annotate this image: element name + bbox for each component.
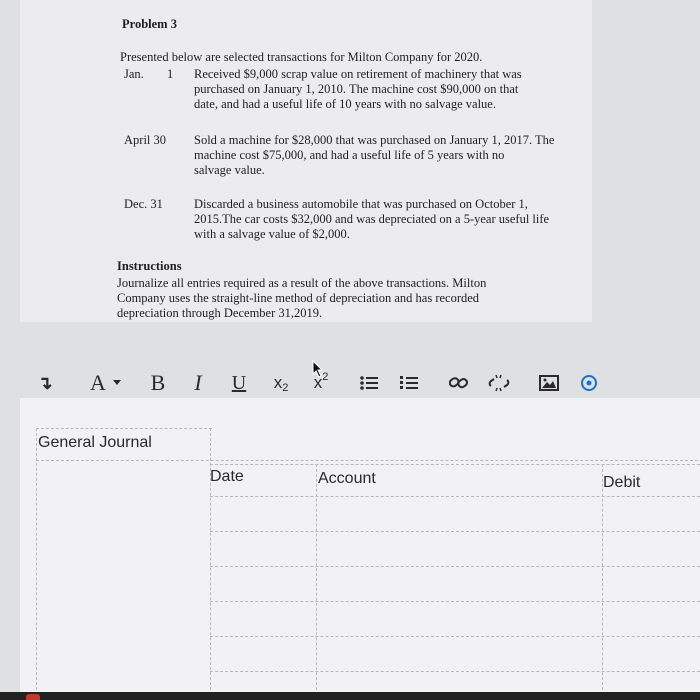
- debit-cell[interactable]: [603, 637, 700, 670]
- column-header-account: Account: [318, 470, 376, 487]
- bottom-indicator: [26, 694, 40, 700]
- bullet-list-icon: [360, 376, 378, 390]
- transaction-line: with a salvage value of $2,000.: [194, 227, 350, 241]
- debit-cell[interactable]: [603, 602, 700, 635]
- instructions-line: Company uses the straight-line method of…: [117, 291, 480, 305]
- transaction-date-day: 1: [167, 67, 174, 81]
- transaction-date: Dec. 31: [124, 197, 163, 211]
- account-cell[interactable]: [317, 602, 601, 635]
- debit-cell[interactable]: [603, 567, 700, 600]
- date-cell[interactable]: [211, 567, 315, 600]
- column-header-date: Date: [210, 468, 244, 485]
- transaction-line: date, and had a useful life of 10 years …: [194, 97, 496, 111]
- debit-cell[interactable]: [603, 497, 700, 530]
- problem-intro: Presented below are selected transaction…: [120, 50, 483, 64]
- date-cell[interactable]: [211, 532, 315, 565]
- column-header-debit: Debit: [603, 474, 641, 491]
- instructions-heading: Instructions: [117, 259, 182, 273]
- transaction-date-month: Jan.: [124, 67, 144, 81]
- problem-title: Problem 3: [122, 17, 177, 31]
- transaction-line: 2015.The car costs $32,000 and was depre…: [194, 212, 550, 226]
- image-icon: [539, 375, 559, 391]
- transaction-line: Received $9,000 scrap value on retiremen…: [194, 67, 522, 81]
- account-cell[interactable]: [317, 497, 601, 530]
- account-cell[interactable]: [317, 532, 601, 565]
- instructions-line: Journalize all entries required as a res…: [117, 276, 487, 290]
- instructions-line: depreciation through December 31,2019.: [117, 306, 323, 320]
- journal-editor[interactable]: General Journal Date Account Debit: [20, 398, 700, 700]
- transaction-line: machine cost $75,000, and had a useful l…: [194, 148, 505, 162]
- more-icon: [581, 375, 597, 391]
- subscript-icon: x: [273, 373, 283, 392]
- chevron-down-icon: [112, 380, 121, 385]
- transaction-line: Sold a machine for $28,000 that was purc…: [194, 133, 555, 147]
- subscript-mark: 2: [282, 382, 289, 394]
- bottom-bar: [0, 692, 700, 700]
- date-cell[interactable]: [211, 497, 315, 530]
- debit-cell[interactable]: [603, 532, 700, 565]
- date-cell[interactable]: [211, 602, 315, 635]
- problem-statement: Problem 3 Presented below are selected t…: [20, 0, 592, 322]
- unlink-icon: [488, 374, 510, 392]
- account-cell[interactable]: [317, 567, 601, 600]
- date-cell[interactable]: [211, 637, 315, 670]
- transaction-line: purchased on January 1, 2010. The machin…: [194, 82, 519, 96]
- numbered-list-icon: [400, 376, 418, 389]
- journal-title: General Journal: [38, 434, 152, 451]
- account-cell[interactable]: [317, 637, 601, 670]
- transaction-line: salvage value.: [194, 163, 265, 177]
- link-icon: [449, 377, 469, 389]
- transaction-date: April 30: [124, 133, 167, 147]
- font-color-icon: A: [90, 370, 106, 395]
- cursor-icon: [312, 360, 324, 378]
- transaction-line: Discarded a business automobile that was…: [194, 197, 528, 211]
